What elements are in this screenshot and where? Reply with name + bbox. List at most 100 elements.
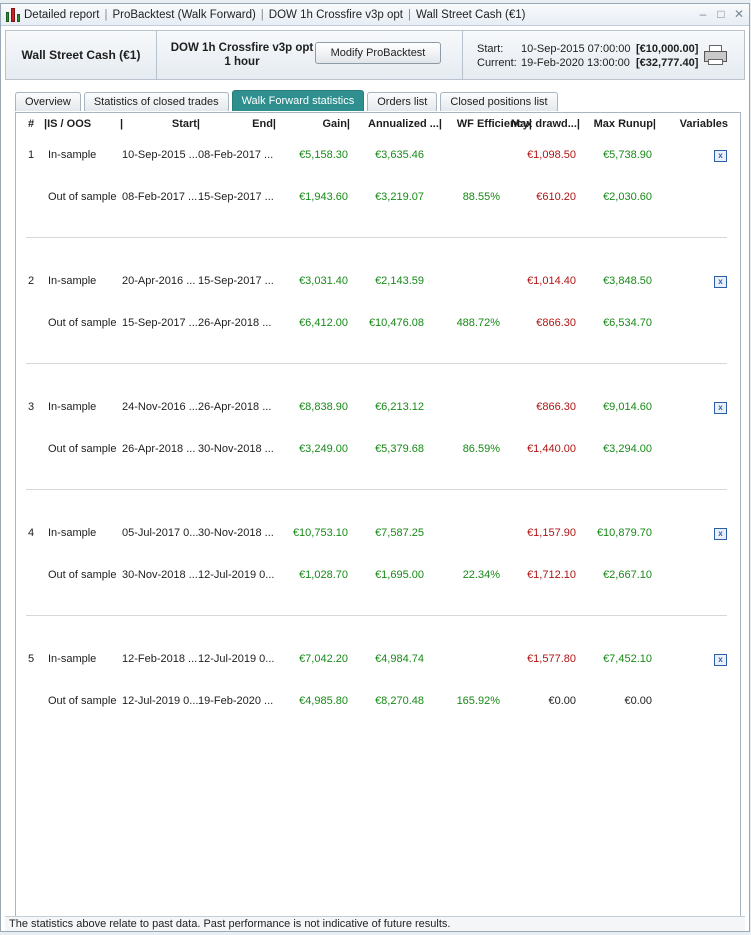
printer-icon[interactable] xyxy=(704,45,727,65)
disclaimer-text: The statistics above relate to past data… xyxy=(5,916,745,931)
group-divider xyxy=(26,615,727,616)
start-label: Start: xyxy=(477,43,504,55)
start-capital: [€10,000.00] xyxy=(636,43,699,55)
tab-statistics-of-closed-trades[interactable]: Statistics of closed trades xyxy=(83,92,229,111)
column-header[interactable]: Variables xyxy=(666,118,728,130)
start-date-cell: 24-Nov-2016 ... xyxy=(122,401,198,413)
walk-forward-table: # |IS / OOS | Start| End| Gain| Annualized ...… xyxy=(15,112,741,917)
column-header[interactable]: Annualized ...| xyxy=(352,118,442,130)
column-header[interactable]: Max Runup| xyxy=(586,118,656,130)
end-date-cell: 12-Jul-2019 0... xyxy=(198,569,274,581)
max-drawdown-cell: €1,014.40 xyxy=(527,275,576,287)
current-label: Current: xyxy=(477,57,517,69)
max-drawdown-cell: €1,440.00 xyxy=(527,443,576,455)
max-drawdown-cell: €0.00 xyxy=(548,695,576,707)
title-part: Detailed report xyxy=(24,8,100,21)
row-type: Out of sample xyxy=(48,695,117,707)
end-date-cell: 12-Jul-2019 0... xyxy=(198,653,274,665)
wf-efficiency-cell: 488.72% xyxy=(456,317,500,329)
row-type: In-sample xyxy=(48,275,97,287)
instrument-name: Wall Street Cash (€1) xyxy=(6,31,157,79)
tab-overview[interactable]: Overview xyxy=(15,92,81,111)
gain-cell: €4,985.80 xyxy=(299,695,348,707)
start-date-cell: 15-Sep-2017 ... xyxy=(122,317,198,329)
start-date-cell: 05-Jul-2017 0... xyxy=(122,527,199,539)
period-index: 4 xyxy=(28,527,35,539)
row-type: Out of sample xyxy=(48,443,117,455)
row-type: In-sample xyxy=(48,527,97,539)
report-window: Detailed report | ProBacktest (Walk Forwar… xyxy=(0,3,750,932)
title-part: Wall Street Cash (€1) xyxy=(416,8,526,21)
start-date-cell: 20-Apr-2016 ... xyxy=(122,275,196,287)
max-drawdown-cell: €1,577.80 xyxy=(527,653,576,665)
annualized-cell: €5,379.68 xyxy=(375,443,424,455)
report-header: Wall Street Cash (€1) DOW 1h Crossfire v… xyxy=(5,30,745,80)
variables-icon[interactable]: x xyxy=(714,402,727,414)
gain-cell: €8,838.90 xyxy=(299,401,348,413)
column-header[interactable]: Gain| xyxy=(286,118,350,130)
annualized-cell: €4,984.74 xyxy=(375,653,424,665)
tab-walk-forward-statistics[interactable]: Walk Forward statistics xyxy=(231,90,365,111)
start-date-cell: 08-Feb-2017 ... xyxy=(122,191,198,203)
gain-cell: €3,249.00 xyxy=(299,443,348,455)
title-bar[interactable]: Detailed report | ProBacktest (Walk Forwar… xyxy=(1,4,749,26)
strategy-name: DOW 1h Crossfire v3p opt xyxy=(170,42,314,54)
column-header[interactable]: # xyxy=(28,118,38,130)
max-runup-cell: €2,030.60 xyxy=(603,191,652,203)
row-type: In-sample xyxy=(48,149,97,161)
wf-efficiency-cell: 86.59% xyxy=(462,443,500,455)
max-runup-cell: €7,452.10 xyxy=(603,653,652,665)
max-drawdown-cell: €1,712.10 xyxy=(527,569,576,581)
title-part: ProBacktest (Walk Forward) xyxy=(112,8,256,21)
annualized-cell: €8,270.48 xyxy=(375,695,424,707)
annualized-cell: €10,476.08 xyxy=(368,317,424,329)
variables-icon[interactable]: x xyxy=(714,150,727,162)
window-title: Detailed report | ProBacktest (Walk Forwar… xyxy=(24,9,526,21)
wf-efficiency-cell: 165.92% xyxy=(456,695,500,707)
max-runup-cell: €5,738.90 xyxy=(603,149,652,161)
minimize-icon[interactable]: – xyxy=(697,7,709,21)
column-header[interactable]: Max drawd...| xyxy=(506,118,580,130)
column-header[interactable]: |IS / OOS xyxy=(44,118,104,130)
start-date: 10-Sep-2015 07:00:00 xyxy=(521,43,631,55)
variables-icon[interactable]: x xyxy=(714,528,727,540)
column-header[interactable]: | xyxy=(120,118,128,130)
max-runup-cell: €9,014.60 xyxy=(603,401,652,413)
max-runup-cell: €10,879.70 xyxy=(596,527,652,539)
annualized-cell: €3,635.46 xyxy=(375,149,424,161)
column-header[interactable]: Start| xyxy=(156,118,200,130)
annualized-cell: €3,219.07 xyxy=(375,191,424,203)
max-drawdown-cell: €866.30 xyxy=(536,317,576,329)
tab-orders-list[interactable]: Orders list xyxy=(367,92,438,111)
current-row: Current: 19-Feb-2020 13:00:00 [€32,777.4… xyxy=(477,57,698,69)
max-runup-cell: €3,848.50 xyxy=(603,275,652,287)
row-type: Out of sample xyxy=(48,569,117,581)
row-type: In-sample xyxy=(48,401,97,413)
annualized-cell: €2,143.59 xyxy=(375,275,424,287)
max-drawdown-cell: €610.20 xyxy=(536,191,576,203)
start-row: Start: 10-Sep-2015 07:00:00 [€10,000.00] xyxy=(477,43,698,55)
variables-icon[interactable]: x xyxy=(714,276,727,288)
current-capital: [€32,777.40] xyxy=(636,57,699,69)
tab-closed-positions-list[interactable]: Closed positions list xyxy=(440,92,558,111)
close-icon[interactable]: ✕ xyxy=(733,7,745,21)
modify-probacktest-button[interactable]: Modify ProBacktest xyxy=(315,42,441,64)
end-date-cell: 19-Feb-2020 ... xyxy=(198,695,274,707)
current-date: 19-Feb-2020 13:00:00 xyxy=(521,57,630,69)
column-header[interactable]: End| xyxy=(226,118,276,130)
max-runup-cell: €0.00 xyxy=(624,695,652,707)
start-date-cell: 12-Jul-2019 0... xyxy=(122,695,199,707)
group-divider xyxy=(26,237,727,238)
gain-cell: €7,042.20 xyxy=(299,653,348,665)
gain-cell: €1,028.70 xyxy=(299,569,348,581)
annualized-cell: €7,587.25 xyxy=(375,527,424,539)
max-runup-cell: €6,534.70 xyxy=(603,317,652,329)
strategy-section: DOW 1h Crossfire v3p opt 1 hour Modify P… xyxy=(157,31,463,79)
gain-cell: €1,943.60 xyxy=(299,191,348,203)
maximize-icon[interactable]: □ xyxy=(715,7,727,21)
period-index: 5 xyxy=(28,653,35,665)
end-date-cell: 30-Nov-2018 ... xyxy=(198,527,274,539)
max-drawdown-cell: €1,098.50 xyxy=(527,149,576,161)
variables-icon[interactable]: x xyxy=(714,654,727,666)
end-date-cell: 26-Apr-2018 ... xyxy=(198,317,272,329)
